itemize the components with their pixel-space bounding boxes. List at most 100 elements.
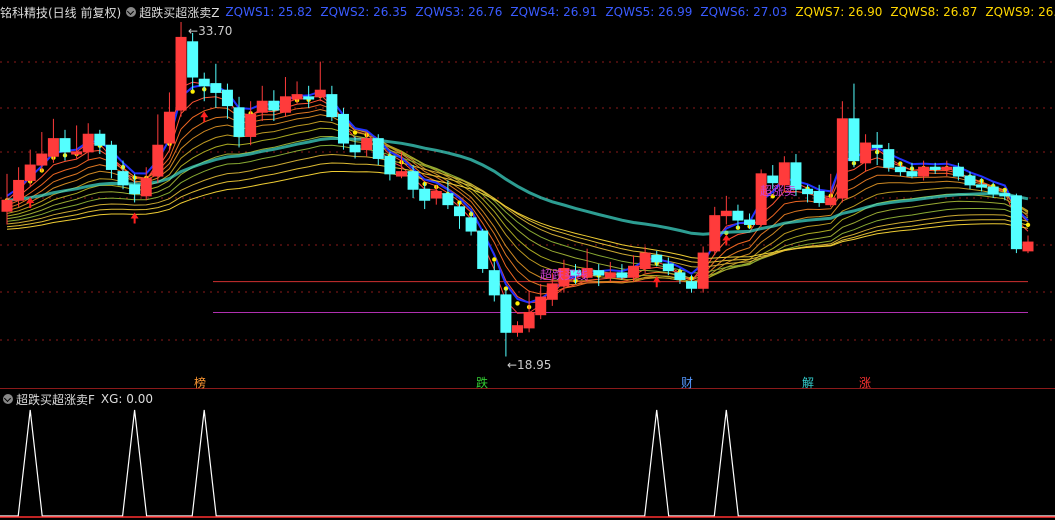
candle-body xyxy=(187,41,199,78)
candle-body xyxy=(47,138,59,157)
candle-body xyxy=(1010,195,1022,250)
candle-body xyxy=(453,206,465,217)
candle-body xyxy=(512,325,523,333)
candle-body xyxy=(221,89,233,107)
candle-body xyxy=(361,138,373,151)
candle-body xyxy=(477,230,489,269)
candle-body xyxy=(430,190,442,199)
main-chart[interactable] xyxy=(0,0,1055,388)
candle-body xyxy=(639,252,651,269)
candle-body xyxy=(303,96,315,100)
xg-value: XG: 0.00 xyxy=(100,392,154,406)
indicator-name[interactable]: 超跌买超涨卖Z xyxy=(139,4,219,21)
candle-body xyxy=(906,171,918,177)
candle-body xyxy=(13,179,25,201)
stock-title: 铭科精技(日线 前复权) xyxy=(0,5,122,20)
sub-indicator-name[interactable]: 超跌买超涨卖F xyxy=(16,391,95,408)
zqws-label-4: ZQWS4: 26.91 xyxy=(510,5,598,19)
sub-chart[interactable] xyxy=(0,390,1055,520)
candle-body xyxy=(674,272,686,280)
candle-body xyxy=(465,217,477,232)
candle-body xyxy=(546,283,558,300)
candle-body xyxy=(210,83,222,93)
candle-body xyxy=(245,113,257,137)
zqws-label-2: ZQWS2: 26.35 xyxy=(320,5,408,19)
candle-body xyxy=(163,111,175,144)
candle-body xyxy=(732,210,744,221)
candle-body xyxy=(952,166,964,177)
candle-body xyxy=(523,311,535,329)
ma-bands xyxy=(6,81,1029,314)
candle-body xyxy=(442,193,454,206)
candle-body xyxy=(349,144,361,153)
candle-body xyxy=(395,171,407,177)
event-tag-cai[interactable]: 财 xyxy=(679,374,695,391)
candle-body xyxy=(987,186,999,195)
event-tag-jie[interactable]: 解 xyxy=(800,374,816,391)
candle-body xyxy=(836,118,848,199)
candle-body xyxy=(802,188,814,195)
high-price-value: 33.70 xyxy=(198,24,233,38)
zqws-label-6: ZQWS6: 27.03 xyxy=(700,5,788,19)
main-header: 铭科精技(日线 前复权) 超跌买超涨卖Z ZQWS1: 25.82 ZQWS2: … xyxy=(0,4,1055,20)
xg-signal-line xyxy=(0,409,1055,517)
candle-body xyxy=(860,142,872,164)
high-price-label: ←33.70 xyxy=(188,24,233,38)
candle-body xyxy=(256,100,268,113)
candle-body xyxy=(105,144,117,170)
candle-body xyxy=(720,210,732,217)
ma-dot xyxy=(1025,222,1031,228)
chevron-down-icon[interactable] xyxy=(3,394,13,404)
candle-body xyxy=(918,166,930,177)
candle-body xyxy=(129,184,141,195)
candle-body xyxy=(848,118,860,162)
event-tag-bang[interactable]: 榜 xyxy=(192,374,208,391)
candle-body xyxy=(883,149,895,168)
candles xyxy=(1,22,1034,357)
candle-body xyxy=(604,272,616,278)
candle-body xyxy=(941,166,953,170)
candle-body xyxy=(152,144,164,177)
panel-divider xyxy=(0,388,1055,389)
candle-body xyxy=(82,133,94,153)
candle-body xyxy=(419,188,431,201)
candle-body xyxy=(616,272,628,278)
candle-body xyxy=(1,199,13,212)
zqws-values: ZQWS1: 25.82 ZQWS2: 26.35 ZQWS3: 26.76 ZQWS… xyxy=(225,5,1055,19)
candle-body xyxy=(686,281,698,289)
candle-body xyxy=(709,215,721,252)
zqws-label-1: ZQWS1: 25.82 xyxy=(225,5,313,19)
low-price-label: ←18.95 xyxy=(507,358,552,372)
event-tag-zhang[interactable]: 涨 xyxy=(857,374,873,391)
candle-body xyxy=(1022,241,1034,252)
ma-line-5 xyxy=(6,96,1029,304)
candle-body xyxy=(825,197,837,206)
candle-body xyxy=(976,184,988,188)
stock-chart-window: 铭科精技(日线 前复权) 超跌买超涨卖Z ZQWS1: 25.82 ZQWS2: … xyxy=(0,0,1055,520)
candle-body xyxy=(871,144,883,148)
candle-body xyxy=(813,190,825,203)
candle-body xyxy=(24,164,36,181)
sub-header: 超跌买超涨卖F XG: 0.00 xyxy=(0,391,159,407)
event-tag-die[interactable]: 跌 xyxy=(474,374,490,391)
candle-body xyxy=(894,166,906,173)
zqws-label-7: ZQWS7: 26.90 xyxy=(795,5,883,19)
candle-body xyxy=(662,263,674,272)
ma-dot xyxy=(515,301,520,306)
candle-body xyxy=(291,94,303,100)
candle-body xyxy=(36,153,48,166)
candle-body xyxy=(628,265,640,278)
candle-body xyxy=(697,252,709,289)
candle-body xyxy=(314,89,326,98)
chevron-down-icon[interactable] xyxy=(126,7,137,17)
candle-body xyxy=(198,78,210,87)
zqws-label-3: ZQWS3: 26.76 xyxy=(415,5,503,19)
ma-line-3 xyxy=(6,81,1029,314)
sell-line-label: 超涨卖 xyxy=(760,184,797,198)
candle-body xyxy=(929,166,941,170)
candle-body xyxy=(500,294,512,333)
candle-body xyxy=(59,138,71,153)
ma-line-7 xyxy=(6,104,1029,295)
candle-body xyxy=(279,96,291,113)
ma-dot xyxy=(352,130,358,135)
